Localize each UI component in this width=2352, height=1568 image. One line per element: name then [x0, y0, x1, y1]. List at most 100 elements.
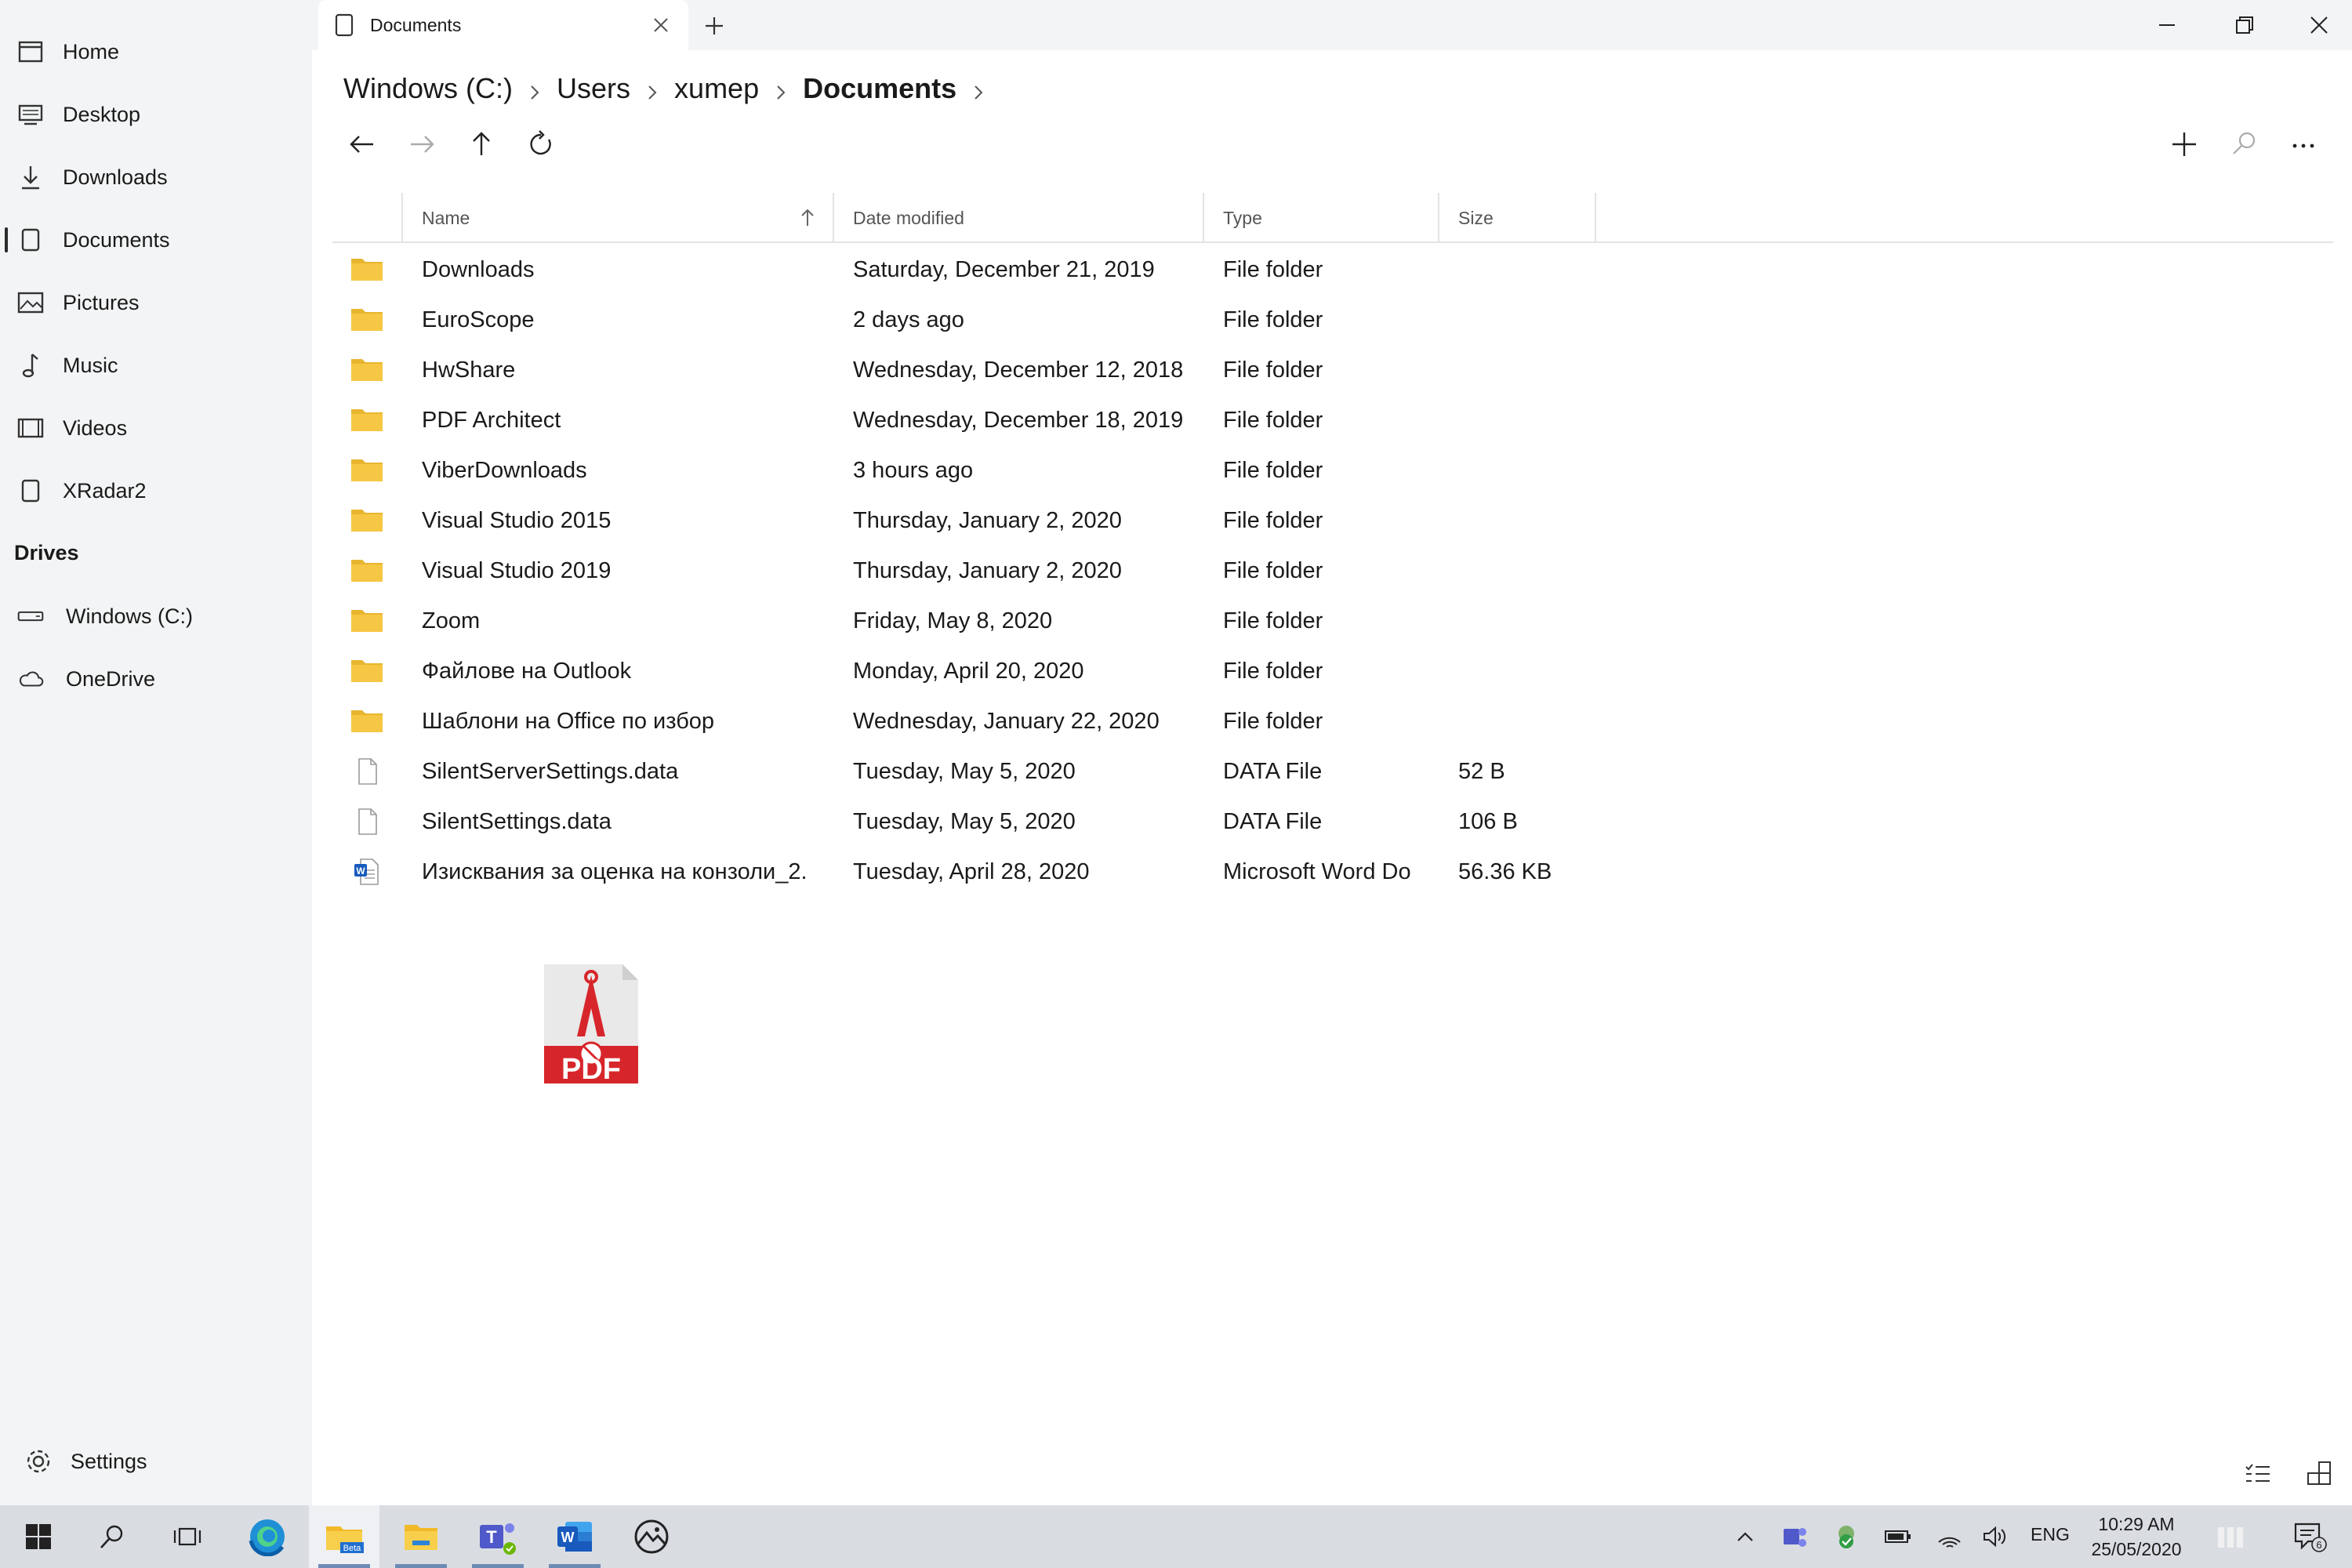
- file-size: [1458, 596, 1592, 646]
- file-name: Zoom: [422, 608, 481, 633]
- search-icon[interactable]: [77, 1505, 147, 1568]
- pdf-architect-icon[interactable]: PDF: [541, 961, 641, 1087]
- file-row[interactable]: Шаблони на Office по избор Wednesday, Jan…: [332, 696, 2333, 746]
- minimize-icon[interactable]: [2150, 8, 2184, 42]
- files-beta-icon[interactable]: Beta: [309, 1505, 379, 1568]
- file-type: File folder: [1223, 658, 1323, 684]
- sidebar-item-home[interactable]: Home: [0, 27, 312, 77]
- sidebar-item-downloads[interactable]: Downloads: [0, 152, 312, 202]
- settings-button[interactable]: Settings: [0, 1436, 312, 1486]
- file-size: [1458, 495, 1592, 546]
- file-date-modified: Thursday, January 2, 2020: [853, 557, 1122, 583]
- file-name: HwShare: [422, 357, 516, 383]
- volume-icon[interactable]: [1976, 1505, 2015, 1568]
- folder-icon: [350, 356, 384, 384]
- battery-icon[interactable]: [1878, 1505, 1918, 1568]
- drives-header: Drives: [14, 541, 79, 564]
- column-divider[interactable]: [401, 193, 403, 243]
- folder-icon: [350, 306, 384, 334]
- file-row[interactable]: SilentSettings.data Tuesday, May 5, 2020 D…: [332, 797, 2333, 847]
- file-row[interactable]: Zoom Friday, May 8, 2020 File folder: [332, 596, 2333, 646]
- file-name: Файлове на Outlook: [422, 658, 632, 684]
- clock-time: 10:29 AM: [2098, 1514, 2175, 1534]
- windows-start-icon[interactable]: [3, 1505, 74, 1568]
- file-size: [1458, 445, 1592, 495]
- column-divider[interactable]: [1203, 193, 1204, 243]
- breadcrumb-item[interactable]: Windows (C:): [343, 72, 513, 105]
- sidebar-item-xradar2[interactable]: XRadar2: [0, 466, 312, 516]
- teams-tray-icon[interactable]: [1775, 1505, 1814, 1568]
- music-icon: [17, 352, 44, 379]
- file-row[interactable]: ViberDownloads 3 hours ago File folder: [332, 445, 2333, 495]
- file-date-modified: Tuesday, April 28, 2020: [853, 858, 1090, 884]
- sort-up-arrow-icon[interactable]: [797, 193, 818, 243]
- file-size: [1458, 395, 1592, 445]
- column-name[interactable]: Name: [422, 193, 470, 243]
- sidebar-item-windows-c[interactable]: Windows (C:): [0, 591, 312, 641]
- column-divider[interactable]: [1595, 193, 1596, 243]
- refresh-icon[interactable]: [525, 129, 557, 160]
- word-icon[interactable]: W: [539, 1505, 610, 1568]
- sidebar-item-pictures[interactable]: Pictures: [0, 278, 312, 328]
- column-divider[interactable]: [1438, 193, 1439, 243]
- file-row[interactable]: HwShare Wednesday, December 12, 2018 File …: [332, 345, 2333, 395]
- file-type: File folder: [1223, 457, 1323, 483]
- column-type[interactable]: Type: [1223, 193, 1262, 243]
- language-indicator[interactable]: ENG: [2031, 1524, 2070, 1545]
- search-icon[interactable]: [2228, 129, 2259, 160]
- file-type: File folder: [1223, 557, 1323, 583]
- clock[interactable]: 10:29 AM 25/05/2020: [2078, 1512, 2195, 1562]
- sidebar-item-videos[interactable]: Videos: [0, 403, 312, 453]
- more-options-icon[interactable]: [2288, 129, 2319, 160]
- column-header-row: Name Date modified Type Size: [332, 193, 2333, 243]
- sidebar-item-label: Documents: [63, 227, 170, 252]
- forward-arrow-icon[interactable]: [406, 129, 437, 160]
- file-row[interactable]: Файлове на Outlook Monday, April 20, 2020…: [332, 646, 2333, 696]
- close-window-icon[interactable]: [2302, 8, 2336, 42]
- sidebar-item-desktop[interactable]: Desktop: [0, 89, 312, 140]
- edge-icon[interactable]: [232, 1505, 303, 1568]
- tiles-view-icon[interactable]: [2305, 1460, 2333, 1488]
- details-view-icon[interactable]: [2244, 1460, 2272, 1488]
- file-explorer-icon[interactable]: [386, 1505, 456, 1568]
- task-view-icon[interactable]: [152, 1505, 223, 1568]
- file-row[interactable]: Visual Studio 2015 Thursday, January 2, 2…: [332, 495, 2333, 546]
- restore-icon[interactable]: [2227, 8, 2261, 42]
- svg-text:PDF: PDF: [561, 1053, 621, 1086]
- notification-icon[interactable]: 6: [2286, 1505, 2333, 1568]
- teams-icon[interactable]: T: [463, 1505, 533, 1568]
- tab-documents[interactable]: Documents: [318, 0, 688, 50]
- file-row[interactable]: Visual Studio 2019 Thursday, January 2, 2…: [332, 546, 2333, 596]
- file-row[interactable]: Downloads Saturday, December 21, 2019 File…: [332, 245, 2333, 295]
- show-desktop-icon[interactable]: [2211, 1505, 2255, 1568]
- column-size[interactable]: Size: [1458, 193, 1494, 243]
- sidebar-item-documents[interactable]: Documents: [0, 215, 312, 265]
- breadcrumb-item[interactable]: Users: [557, 72, 630, 105]
- sidebar-item-onedrive[interactable]: OneDrive: [0, 654, 312, 704]
- file-row[interactable]: W Изисквания за оценка на конзоли_2. Tuesd…: [332, 847, 2333, 897]
- up-arrow-icon[interactable]: [466, 129, 497, 160]
- file-row[interactable]: EuroScope 2 days ago File folder: [332, 295, 2333, 345]
- wifi-icon[interactable]: [1930, 1505, 1969, 1568]
- file-row[interactable]: PDF Architect Wednesday, December 18, 201…: [332, 395, 2333, 445]
- column-date-modified[interactable]: Date modified: [853, 193, 964, 243]
- file-name: Visual Studio 2015: [422, 507, 612, 533]
- photos-icon[interactable]: [616, 1505, 687, 1568]
- folder-icon: [350, 456, 384, 485]
- sidebar-item-music[interactable]: Music: [0, 340, 312, 390]
- chevron-up-icon[interactable]: [1730, 1505, 1761, 1568]
- chevron-right-icon[interactable]: [967, 78, 989, 100]
- close-tab-icon[interactable]: [651, 15, 671, 35]
- sidebar-item-label: Home: [63, 39, 120, 64]
- file-row[interactable]: SilentServerSettings.data Tuesday, May 5,…: [332, 746, 2333, 797]
- file-name: EuroScope: [422, 307, 535, 332]
- new-tab-icon[interactable]: [701, 13, 728, 39]
- back-arrow-icon[interactable]: [347, 129, 378, 160]
- add-icon[interactable]: [2169, 129, 2200, 160]
- file-type: File folder: [1223, 708, 1323, 734]
- file-date-modified: Tuesday, May 5, 2020: [853, 758, 1076, 784]
- breadcrumb-item[interactable]: xumep: [674, 72, 759, 105]
- breadcrumb-current[interactable]: Documents: [803, 72, 956, 105]
- column-divider[interactable]: [833, 193, 834, 243]
- shield-icon[interactable]: [1827, 1505, 1866, 1568]
